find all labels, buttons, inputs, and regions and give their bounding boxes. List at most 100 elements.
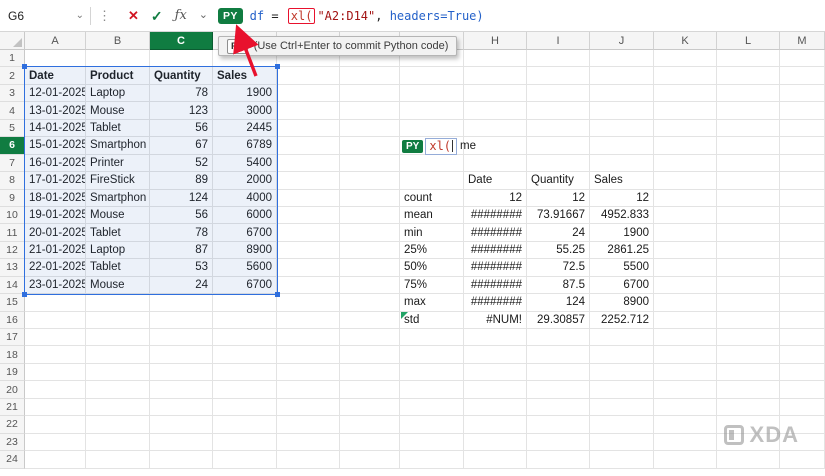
row-header[interactable]: 13 bbox=[0, 259, 25, 277]
grid-cell[interactable] bbox=[654, 363, 717, 382]
grid-cell[interactable] bbox=[400, 67, 464, 85]
grid-cell[interactable] bbox=[213, 433, 277, 452]
grid-cell[interactable] bbox=[527, 329, 590, 347]
grid-cell[interactable] bbox=[717, 363, 780, 382]
grid-cell[interactable] bbox=[340, 346, 400, 364]
grid-cell[interactable] bbox=[400, 416, 464, 434]
grid-cell[interactable]: mean bbox=[400, 206, 464, 225]
row-header[interactable]: 11 bbox=[0, 224, 25, 242]
grid-cell[interactable] bbox=[464, 433, 527, 452]
column-header[interactable]: J bbox=[590, 32, 654, 50]
grid-cell[interactable] bbox=[277, 329, 340, 347]
grid-cell[interactable] bbox=[654, 189, 717, 207]
grid-cell[interactable] bbox=[717, 259, 780, 277]
grid-cell[interactable] bbox=[150, 398, 213, 417]
grid-cell[interactable] bbox=[527, 154, 590, 173]
grid-cell[interactable] bbox=[213, 294, 277, 312]
grid-cell[interactable] bbox=[527, 433, 590, 452]
grid-cell[interactable] bbox=[590, 416, 654, 434]
grid-cell[interactable] bbox=[213, 416, 277, 434]
grid-cell[interactable] bbox=[340, 329, 400, 347]
grid-cell[interactable] bbox=[464, 50, 527, 68]
row-header[interactable]: 21 bbox=[0, 398, 25, 417]
grid-cell[interactable] bbox=[277, 416, 340, 434]
grid-cell[interactable] bbox=[780, 363, 825, 382]
grid-cell[interactable] bbox=[780, 154, 825, 173]
grid-cell[interactable]: 24 bbox=[150, 276, 213, 295]
row-header[interactable]: 4 bbox=[0, 102, 25, 120]
name-box-chevron-icon[interactable]: ⌄ bbox=[76, 10, 84, 21]
grid-cell[interactable] bbox=[654, 137, 717, 155]
grid-cell[interactable] bbox=[86, 433, 150, 452]
grid-cell[interactable]: 12 bbox=[590, 189, 654, 207]
grid-cell[interactable] bbox=[464, 416, 527, 434]
grid-cell[interactable] bbox=[150, 294, 213, 312]
grid-cell[interactable] bbox=[25, 363, 86, 382]
grid-cell[interactable] bbox=[150, 311, 213, 329]
grid-cell[interactable] bbox=[717, 329, 780, 347]
grid-cell[interactable]: ######## bbox=[464, 241, 527, 260]
grid-cell[interactable]: 14-01-2025 bbox=[25, 119, 86, 138]
row-header[interactable]: 10 bbox=[0, 206, 25, 225]
grid-cell[interactable] bbox=[590, 381, 654, 399]
grid-cell[interactable] bbox=[340, 119, 400, 138]
grid-cell[interactable] bbox=[780, 276, 825, 295]
grid-cell[interactable] bbox=[86, 311, 150, 329]
grid-cell[interactable]: 22-01-2025 bbox=[25, 259, 86, 277]
row-header[interactable]: 6 bbox=[0, 137, 25, 155]
grid-cell[interactable] bbox=[590, 346, 654, 364]
grid-cell[interactable] bbox=[590, 137, 654, 155]
grid-cell[interactable] bbox=[590, 398, 654, 417]
grid-cell[interactable]: FireStick bbox=[86, 172, 150, 190]
grid-cell[interactable] bbox=[654, 381, 717, 399]
grid-cell[interactable]: 1900 bbox=[590, 224, 654, 242]
grid-cell[interactable] bbox=[464, 67, 527, 85]
grid-cell[interactable] bbox=[590, 154, 654, 173]
grid-cell[interactable]: Quantity bbox=[527, 172, 590, 190]
grid-cell[interactable] bbox=[654, 259, 717, 277]
grid-cell[interactable] bbox=[277, 398, 340, 417]
grid-cell[interactable]: Smartphon bbox=[86, 189, 150, 207]
grid-cell[interactable]: Tablet bbox=[86, 259, 150, 277]
grid-cell[interactable]: 123 bbox=[150, 102, 213, 120]
grid-cell[interactable]: 6700 bbox=[213, 276, 277, 295]
grid-cell[interactable]: 17-01-2025 bbox=[25, 172, 86, 190]
grid-cell[interactable]: 4000 bbox=[213, 189, 277, 207]
grid-cell[interactable]: 1900 bbox=[213, 84, 277, 103]
grid-cell[interactable] bbox=[25, 433, 86, 452]
grid-cell[interactable] bbox=[717, 398, 780, 417]
formula-input[interactable]: df = xl("A2:D14", headers=True) bbox=[250, 7, 484, 24]
grid-cell[interactable] bbox=[86, 451, 150, 469]
grid-cell[interactable] bbox=[86, 329, 150, 347]
row-header[interactable]: 17 bbox=[0, 329, 25, 347]
grid-cell[interactable] bbox=[527, 67, 590, 85]
grid-cell[interactable] bbox=[340, 224, 400, 242]
grid-cell[interactable] bbox=[340, 398, 400, 417]
grid-cell[interactable] bbox=[527, 346, 590, 364]
grid-cell[interactable] bbox=[590, 102, 654, 120]
grid-cell[interactable] bbox=[717, 311, 780, 329]
grid-cell[interactable] bbox=[464, 84, 527, 103]
grid-cell[interactable] bbox=[527, 416, 590, 434]
grid-cell[interactable] bbox=[717, 451, 780, 469]
row-header[interactable]: 9 bbox=[0, 189, 25, 207]
grid-cell[interactable]: Sales bbox=[590, 172, 654, 190]
grid-cell[interactable]: 2445 bbox=[213, 119, 277, 138]
grid-cell[interactable] bbox=[340, 189, 400, 207]
grid-cell[interactable] bbox=[780, 329, 825, 347]
grid-cell[interactable] bbox=[780, 259, 825, 277]
row-header[interactable]: 7 bbox=[0, 154, 25, 173]
grid-cell[interactable] bbox=[717, 189, 780, 207]
grid-cell[interactable]: 56 bbox=[150, 119, 213, 138]
grid-cell[interactable]: 20-01-2025 bbox=[25, 224, 86, 242]
name-box[interactable]: G6 ⌄ bbox=[8, 0, 90, 31]
grid-cell[interactable] bbox=[213, 363, 277, 382]
grid-cell[interactable] bbox=[400, 398, 464, 417]
grid-cell[interactable] bbox=[277, 381, 340, 399]
grid-cell[interactable] bbox=[25, 451, 86, 469]
grid-cell[interactable] bbox=[150, 50, 213, 68]
grid-cell[interactable] bbox=[780, 294, 825, 312]
grid-cell[interactable] bbox=[780, 398, 825, 417]
grid-cell[interactable] bbox=[780, 172, 825, 190]
grid-cell[interactable] bbox=[340, 84, 400, 103]
